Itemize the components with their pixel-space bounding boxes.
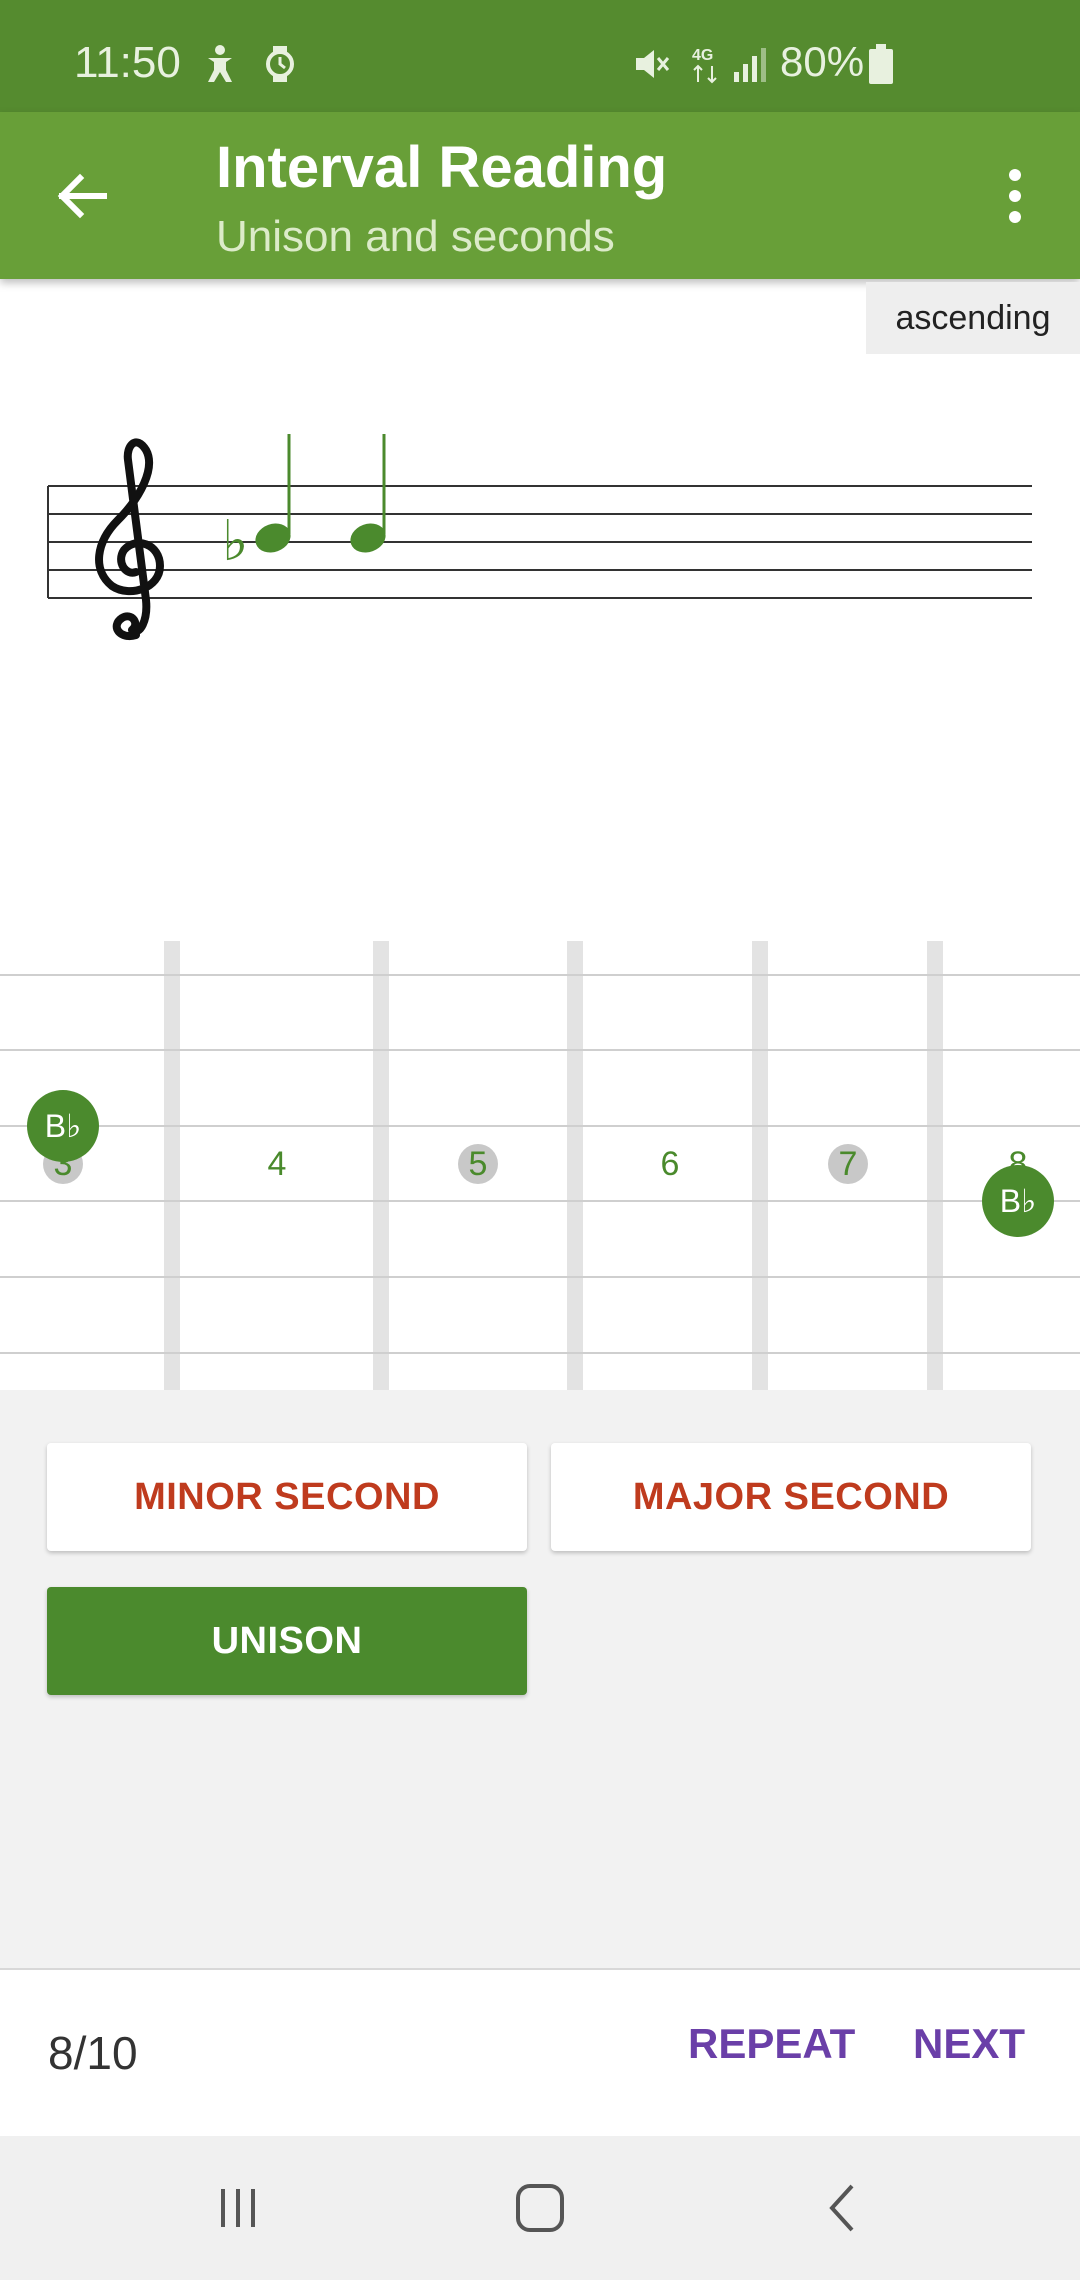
more-vert-icon [1009, 169, 1021, 181]
chevron-left-icon [829, 2184, 854, 2232]
note-second [350, 434, 386, 553]
note-first [255, 434, 291, 553]
next-button[interactable]: NEXT [913, 2020, 1025, 2068]
fret-label-6: 6 [660, 1144, 680, 1183]
mute-icon [636, 50, 670, 78]
fret-label-4: 4 [267, 1144, 287, 1183]
unison-button[interactable]: UNISON [47, 1587, 527, 1695]
staff-lines [47, 485, 1032, 599]
status-bar: 11:50 4G 80% [0, 0, 1080, 112]
fret-label-5: 5 [458, 1144, 498, 1184]
fret-label-7: 7 [828, 1144, 868, 1184]
note-marker-second[interactable]: B♭ [982, 1165, 1054, 1237]
accessibility-icon [208, 45, 232, 82]
minor-second-button[interactable]: MINOR SECOND [47, 1443, 527, 1551]
battery-percent: 80% [780, 38, 865, 85]
system-nav-bar [0, 2136, 1080, 2280]
system-back-button[interactable] [797, 2172, 887, 2244]
arrow-left-icon [57, 173, 107, 219]
home-button[interactable] [495, 2172, 585, 2244]
treble-clef-icon [95, 438, 165, 641]
home-icon [516, 2184, 564, 2232]
recent-apps-icon [221, 2189, 255, 2227]
signal-icon [734, 48, 766, 82]
more-options-button[interactable] [985, 156, 1045, 236]
progress-counter: 8/10 [48, 2027, 138, 2079]
battery-icon [869, 44, 893, 84]
back-button[interactable] [42, 156, 122, 236]
music-staff: ♭ [47, 434, 1032, 641]
note-marker-first[interactable]: B♭ [27, 1090, 99, 1162]
fretboard[interactable]: 3 4 5 6 7 8 B♭ B♭ [0, 935, 1080, 1390]
answer-panel: MINOR SECOND MAJOR SECOND UNISON [0, 1390, 1080, 1970]
svg-text:4G: 4G [692, 47, 713, 64]
4g-icon: 4G [692, 47, 717, 84]
page-title: Interval Reading [216, 135, 668, 200]
flat-accidental: ♭ [222, 509, 248, 574]
major-second-button[interactable]: MAJOR SECOND [551, 1443, 1031, 1551]
page-subtitle: Unison and seconds [216, 212, 615, 261]
exercise-footer: 8/10 REPEAT NEXT [0, 1970, 1080, 2136]
recent-apps-button[interactable] [193, 2172, 283, 2244]
repeat-button[interactable]: REPEAT [688, 2020, 855, 2068]
direction-badge: ascending [866, 282, 1080, 354]
app-toolbar: Interval Reading Unison and seconds [0, 112, 1080, 279]
status-time: 11:50 [74, 38, 181, 87]
fretboard-grid [0, 941, 1080, 1390]
watch-icon [266, 46, 294, 82]
